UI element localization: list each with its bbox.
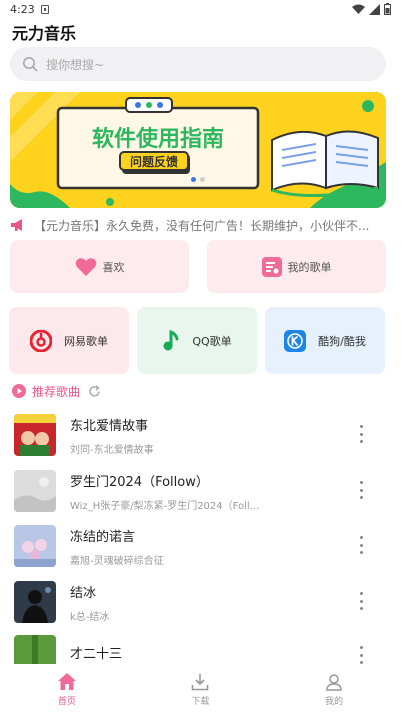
song-cover [14, 525, 56, 567]
heart-icon [75, 257, 96, 276]
more-options-icon[interactable] [358, 646, 364, 664]
qq-playlist-button[interactable]: QQ歌单 [137, 307, 257, 374]
app-title: 元力音乐 [12, 24, 77, 43]
banner-title: 软件使用指南 [92, 126, 224, 152]
home-icon [57, 673, 76, 690]
song-row[interactable]: 冻结的诺言 嘉旭-灵魂破碎综合征 [14, 524, 390, 568]
song-cover [14, 470, 56, 512]
recommend-header: 推荐歌曲 [12, 382, 101, 400]
banner-artwork: 软件使用指南 问题反馈 [10, 92, 386, 208]
kugou-icon [284, 329, 307, 352]
more-options-icon[interactable] [358, 425, 364, 443]
song-title: 冻结的诺言 [70, 529, 136, 545]
song-title: 罗生门2024（Follow） [70, 474, 209, 490]
song-artist: 刘同-东北爱情故事 [70, 444, 154, 456]
qq-music-icon [163, 329, 179, 350]
carousel-indicator [10, 177, 386, 182]
search-bar[interactable]: 搜你想搜~ [10, 47, 386, 81]
netease-label: 网易歌单 [64, 334, 108, 348]
download-icon [192, 673, 209, 690]
status-icons [352, 3, 391, 15]
netease-playlist-button[interactable]: 网易歌单 [9, 307, 129, 374]
profile-icon [326, 673, 342, 691]
song-title: 东北爱情故事 [70, 418, 149, 434]
search-icon [23, 57, 38, 72]
refresh-icon[interactable] [88, 384, 101, 398]
song-row[interactable]: 结冰 k总-结冰 [14, 580, 390, 624]
sim-icon [40, 4, 49, 14]
more-options-icon[interactable] [358, 592, 364, 610]
announcement-text: 【元力音乐】永久免费，没有任何广告！长期维护，小伙伴不... [34, 218, 370, 233]
status-time: 4:23 [10, 2, 35, 16]
song-row[interactable]: 东北爱情故事 刘同-东北爱情故事 [14, 413, 390, 457]
kugou-label: 酷狗/酷我 [318, 334, 366, 348]
song-artist: Wiz_H张子豪/梨冻紧-罗生门2024（Foll... [70, 500, 260, 512]
song-artist: k总-结冰 [70, 611, 110, 623]
recommend-label: 推荐歌曲 [32, 384, 81, 399]
carousel-dot [200, 177, 205, 182]
megaphone-icon [11, 219, 22, 231]
likes-button[interactable]: 喜欢 [10, 240, 189, 293]
banner-carousel[interactable]: 软件使用指南 问题反馈 [10, 92, 386, 208]
tab-home-label: 首页 [57, 697, 76, 707]
song-title: 结冰 [70, 585, 97, 601]
netease-icon [30, 329, 52, 352]
battery-icon [384, 3, 391, 15]
tab-profile[interactable]: 我的 [284, 673, 384, 707]
status-bar: 4:23 [0, 0, 401, 18]
more-options-icon[interactable] [358, 536, 364, 554]
search-placeholder: 搜你想搜~ [46, 57, 105, 72]
bottom-tab-bar: 首页 下载 我的 [0, 664, 401, 715]
banner-subtitle: 问题反馈 [130, 154, 178, 169]
playlist-icon [261, 256, 282, 277]
tab-download-label: 下载 [191, 696, 210, 707]
my-playlists-label: 我的歌单 [287, 260, 332, 274]
tab-home[interactable]: 首页 [17, 672, 117, 707]
tab-profile-label: 我的 [325, 696, 344, 707]
announcement-bar[interactable]: 【元力音乐】永久免费，没有任何广告！长期维护，小伙伴不... [10, 215, 390, 235]
song-artist: 嘉旭-灵魂破碎综合征 [70, 555, 164, 567]
carousel-dot-active [191, 177, 196, 182]
song-row[interactable]: 罗生门2024（Follow） Wiz_H张子豪/梨冻紧-罗生门2024（Fol… [14, 469, 390, 513]
song-title: 才二十三 [70, 647, 123, 662]
qq-label: QQ歌单 [192, 334, 232, 348]
song-cover [14, 414, 56, 456]
kugou-kuwo-button[interactable]: 酷狗/酷我 [265, 307, 385, 374]
my-playlists-button[interactable]: 我的歌单 [207, 240, 386, 293]
signal-icon [369, 3, 380, 15]
tab-download[interactable]: 下载 [150, 673, 250, 707]
likes-label: 喜欢 [102, 260, 125, 274]
more-options-icon[interactable] [358, 481, 364, 499]
song-cover [14, 581, 56, 623]
play-circle-icon [12, 384, 26, 398]
wifi-icon [352, 4, 365, 14]
